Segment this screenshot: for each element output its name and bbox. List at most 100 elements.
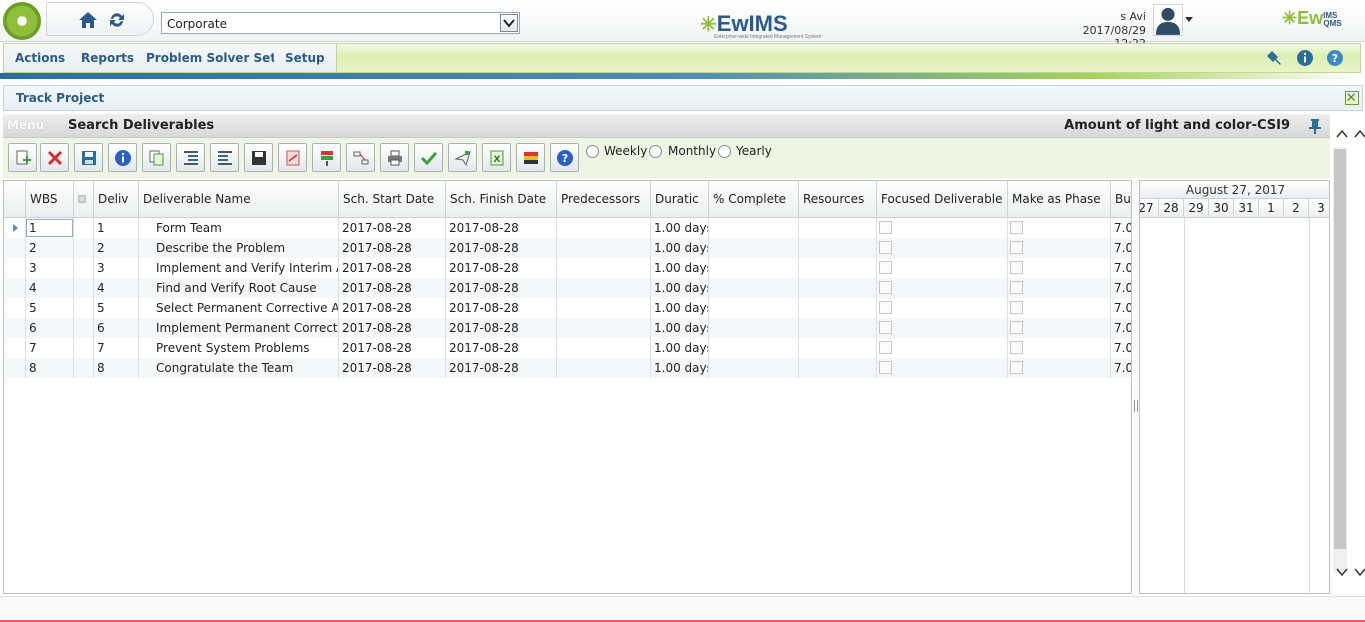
wbs-cell[interactable]: 8 bbox=[26, 358, 74, 378]
deliverable-no-cell[interactable]: 7 bbox=[94, 338, 139, 358]
table-row[interactable]: 8 8 Congratulate the Team 2017-08-28 201… bbox=[4, 358, 1131, 378]
close-icon[interactable] bbox=[1345, 91, 1359, 105]
row-selector[interactable] bbox=[4, 278, 26, 298]
resources-cell[interactable] bbox=[799, 298, 877, 318]
make-as-phase-checkbox[interactable] bbox=[1010, 261, 1023, 274]
table-row[interactable]: 4 4 Find and Verify Root Cause 2017-08-2… bbox=[4, 278, 1131, 298]
budget-cell[interactable]: 7.0 bbox=[1111, 238, 1131, 258]
send-button[interactable] bbox=[448, 143, 477, 172]
budget-cell[interactable]: 7.0 bbox=[1111, 298, 1131, 318]
budget-cell[interactable]: 7.0 bbox=[1111, 218, 1131, 238]
scroll-down-icon[interactable] bbox=[1335, 565, 1349, 579]
row-selector[interactable] bbox=[4, 218, 26, 238]
start-date-cell[interactable]: 2017-08-28 bbox=[339, 338, 446, 358]
resources-cell[interactable] bbox=[799, 258, 877, 278]
make-as-phase-checkbox[interactable] bbox=[1010, 301, 1023, 314]
predecessors-cell[interactable] bbox=[557, 258, 651, 278]
predecessors-cell[interactable] bbox=[557, 298, 651, 318]
focused-deliverable-checkbox[interactable] bbox=[879, 321, 892, 334]
deliverable-name-cell[interactable]: Implement Permanent Correctiv bbox=[139, 318, 339, 338]
save-as-button[interactable] bbox=[244, 143, 273, 172]
deliverable-no-cell[interactable]: 2 bbox=[94, 238, 139, 258]
export-pdf-button[interactable] bbox=[278, 143, 307, 172]
duration-cell[interactable]: 1.00 days bbox=[651, 258, 709, 278]
refresh-icon[interactable] bbox=[107, 11, 127, 29]
focused-deliverable-checkbox[interactable] bbox=[879, 361, 892, 374]
print-button[interactable] bbox=[380, 143, 409, 172]
start-date-cell[interactable]: 2017-08-28 bbox=[339, 358, 446, 378]
complete-cell[interactable] bbox=[709, 318, 799, 338]
deliverable-no-cell[interactable]: 4 bbox=[94, 278, 139, 298]
column-header-make-as-phase[interactable]: Make as Phase bbox=[1008, 181, 1111, 218]
table-row[interactable]: 7 7 Prevent System Problems 2017-08-28 2… bbox=[4, 338, 1131, 358]
wbs-cell[interactable]: 7 bbox=[26, 338, 74, 358]
finish-date-cell[interactable]: 2017-08-28 bbox=[446, 358, 557, 378]
resources-cell[interactable] bbox=[799, 278, 877, 298]
table-row[interactable]: 6 6 Implement Permanent Correctiv 2017-0… bbox=[4, 318, 1131, 338]
focused-deliverable-checkbox[interactable] bbox=[879, 341, 892, 354]
make-as-phase-checkbox[interactable] bbox=[1010, 281, 1023, 294]
wbs-cell[interactable]: 2 bbox=[26, 238, 74, 258]
export-excel-button[interactable]: X bbox=[482, 143, 511, 172]
budget-cell[interactable]: 7.0 bbox=[1111, 258, 1131, 278]
complete-cell[interactable] bbox=[709, 238, 799, 258]
color-legend-button[interactable] bbox=[516, 143, 545, 172]
column-header-complete[interactable]: % Complete bbox=[709, 181, 799, 218]
save-button[interactable] bbox=[74, 143, 103, 172]
predecessors-cell[interactable] bbox=[557, 218, 651, 238]
column-header-wbs[interactable]: WBS bbox=[26, 181, 74, 218]
finish-date-cell[interactable]: 2017-08-28 bbox=[446, 298, 557, 318]
deliverable-name-cell[interactable]: Prevent System Problems bbox=[139, 338, 339, 358]
panel-menu-label[interactable]: Menu bbox=[7, 118, 44, 132]
deliverable-no-cell[interactable]: 5 bbox=[94, 298, 139, 318]
scroll-up-icon[interactable] bbox=[1353, 127, 1365, 141]
start-date-cell[interactable]: 2017-08-28 bbox=[339, 318, 446, 338]
menu-setup[interactable]: Setup bbox=[274, 44, 337, 72]
deliverable-name-cell[interactable]: Find and Verify Root Cause bbox=[139, 278, 339, 298]
deliverable-no-cell[interactable]: 1 bbox=[94, 218, 139, 238]
deliverable-name-cell[interactable]: Describe the Problem bbox=[139, 238, 339, 258]
make-as-phase-checkbox[interactable] bbox=[1010, 221, 1023, 234]
complete-cell[interactable] bbox=[709, 298, 799, 318]
indent-button[interactable] bbox=[176, 143, 205, 172]
make-as-phase-checkbox[interactable] bbox=[1010, 341, 1023, 354]
wbs-cell[interactable]: 6 bbox=[26, 318, 74, 338]
pushpin-icon[interactable] bbox=[1308, 118, 1322, 134]
deliverable-name-cell[interactable]: Form Team bbox=[139, 218, 339, 238]
column-header-duration[interactable]: Duratic bbox=[651, 181, 709, 218]
column-header-start-date[interactable]: Sch. Start Date bbox=[339, 181, 446, 218]
copy-button[interactable] bbox=[142, 143, 171, 172]
start-date-cell[interactable]: 2017-08-28 bbox=[339, 238, 446, 258]
start-date-cell[interactable]: 2017-08-28 bbox=[339, 258, 446, 278]
approve-button[interactable] bbox=[414, 143, 443, 172]
wbs-input[interactable]: 1 bbox=[26, 219, 73, 237]
start-date-cell[interactable]: 2017-08-28 bbox=[339, 218, 446, 238]
complete-cell[interactable] bbox=[709, 258, 799, 278]
complete-cell[interactable] bbox=[709, 338, 799, 358]
budget-cell[interactable]: 7.0 bbox=[1111, 358, 1131, 378]
monthly-radio[interactable] bbox=[649, 145, 662, 158]
make-as-phase-checkbox[interactable] bbox=[1010, 361, 1023, 374]
predecessors-cell[interactable] bbox=[557, 278, 651, 298]
resources-cell[interactable] bbox=[799, 338, 877, 358]
focused-deliverable-checkbox[interactable] bbox=[879, 241, 892, 254]
duration-cell[interactable]: 1.00 days bbox=[651, 298, 709, 318]
column-header-deliverable-name[interactable]: Deliverable Name bbox=[139, 181, 339, 218]
focused-deliverable-checkbox[interactable] bbox=[879, 221, 892, 234]
avatar[interactable] bbox=[1153, 4, 1183, 36]
finish-date-cell[interactable]: 2017-08-28 bbox=[446, 318, 557, 338]
column-header-resources[interactable]: Resources bbox=[799, 181, 877, 218]
wbs-cell[interactable]: 5 bbox=[26, 298, 74, 318]
focused-deliverable-checkbox[interactable] bbox=[879, 301, 892, 314]
menu-actions[interactable]: Actions bbox=[4, 44, 78, 72]
company-select[interactable]: Corporate bbox=[161, 12, 520, 34]
budget-cell[interactable]: 7.0 bbox=[1111, 318, 1131, 338]
start-date-cell[interactable]: 2017-08-28 bbox=[339, 298, 446, 318]
add-deliverable-button[interactable] bbox=[8, 143, 37, 172]
duration-cell[interactable]: 1.00 days bbox=[651, 278, 709, 298]
column-header-icon[interactable] bbox=[74, 181, 94, 218]
column-header-finish-date[interactable]: Sch. Finish Date bbox=[446, 181, 557, 218]
finish-date-cell[interactable]: 2017-08-28 bbox=[446, 338, 557, 358]
finish-date-cell[interactable]: 2017-08-28 bbox=[446, 258, 557, 278]
app-logo-icon[interactable] bbox=[3, 2, 41, 40]
